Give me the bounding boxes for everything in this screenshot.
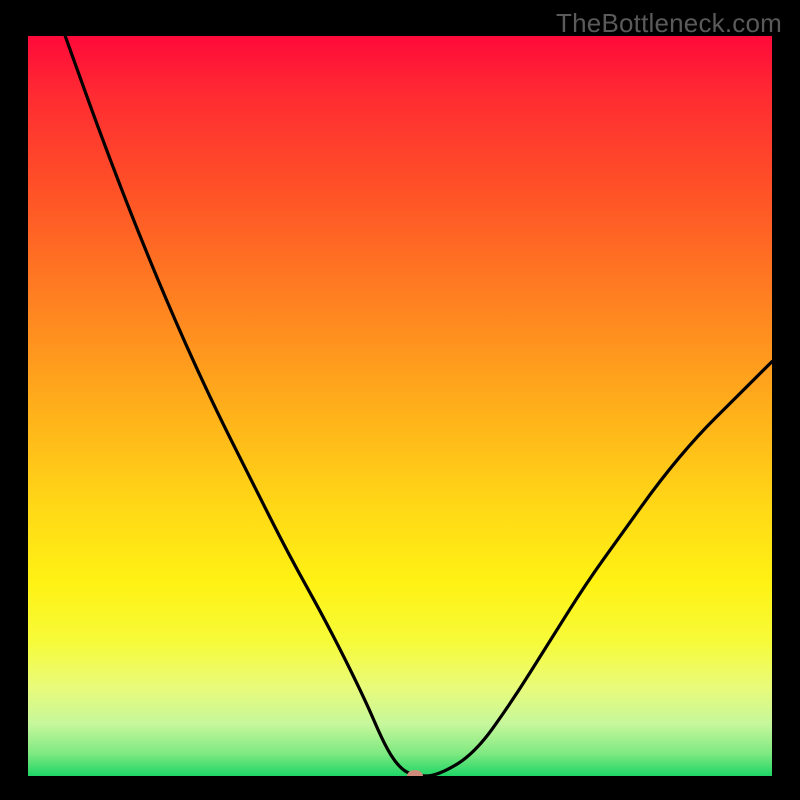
chart-frame: TheBottleneck.com bbox=[0, 0, 800, 800]
curve-layer bbox=[28, 36, 772, 776]
plot-area bbox=[28, 36, 772, 776]
watermark-text: TheBottleneck.com bbox=[556, 8, 782, 39]
bottleneck-curve bbox=[65, 36, 772, 776]
optimum-marker bbox=[407, 770, 423, 776]
